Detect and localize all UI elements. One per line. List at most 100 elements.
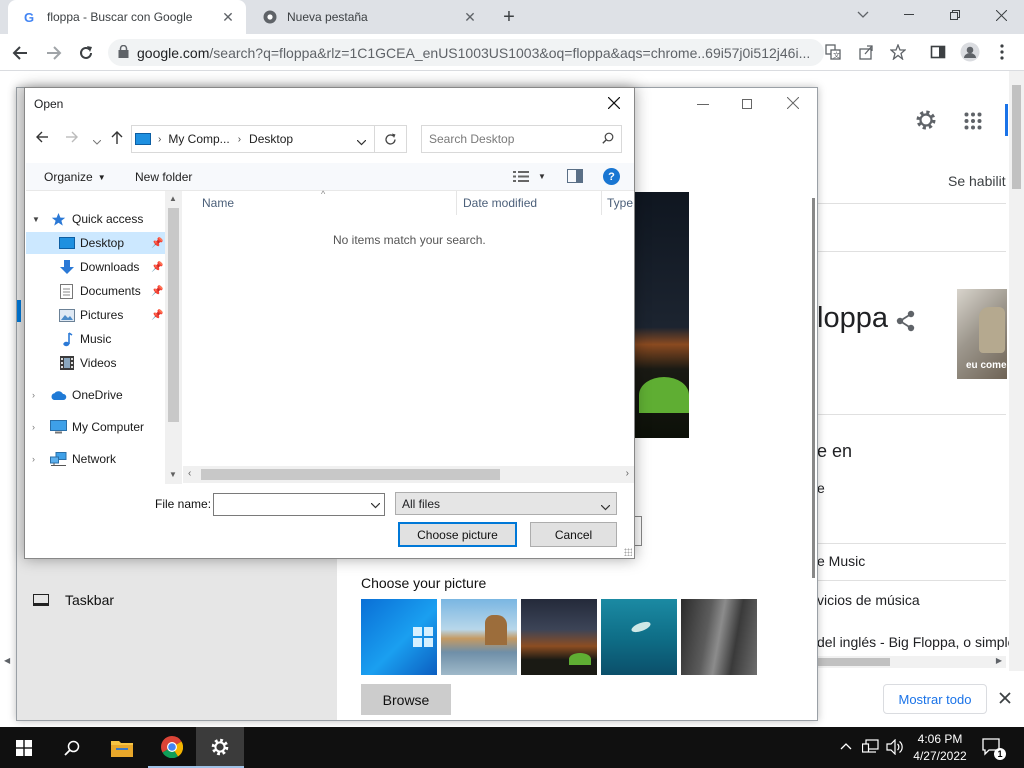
- new-tab-button[interactable]: +: [498, 6, 520, 28]
- minimize-icon[interactable]: [886, 0, 932, 30]
- preview-pane-icon[interactable]: [567, 169, 583, 186]
- settings-maximize-icon[interactable]: [742, 99, 752, 109]
- tab-new-tab[interactable]: Nueva pestaña ✕: [248, 0, 488, 34]
- file-list-horizontal-scrollbar[interactable]: ‹ ›: [183, 466, 634, 483]
- floppa-thumbnail[interactable]: eu come: [957, 289, 1007, 379]
- nav-quick-access[interactable]: ▼ Quick access: [32, 208, 143, 230]
- column-separator[interactable]: [456, 191, 457, 215]
- start-windows-icon[interactable]: [0, 727, 48, 768]
- view-options-icon[interactable]: ▼: [513, 170, 546, 183]
- settings-scrollbar[interactable]: [812, 198, 815, 578]
- volume-icon[interactable]: [886, 738, 904, 758]
- google-apps-icon[interactable]: [964, 112, 982, 130]
- reload-icon[interactable]: [72, 39, 100, 67]
- windows-wallpaper-thumb[interactable]: [361, 599, 437, 675]
- settings-fit-dropdown-edge[interactable]: [634, 516, 642, 546]
- browse-button[interactable]: Browse: [361, 684, 451, 715]
- file-type-dropdown-icon[interactable]: [600, 500, 611, 514]
- file-explorer-icon[interactable]: [98, 727, 146, 768]
- lock-icon[interactable]: [118, 44, 129, 61]
- file-type-select[interactable]: All files: [395, 492, 617, 515]
- organize-menu[interactable]: Organize ▼: [44, 170, 106, 184]
- nav-pictures[interactable]: Pictures 📌: [58, 304, 166, 326]
- back-arrow-icon[interactable]: [6, 39, 34, 67]
- column-header-name[interactable]: Name: [202, 196, 234, 210]
- settings-close-icon[interactable]: [786, 96, 801, 111]
- file-name-dropdown-icon[interactable]: [370, 498, 381, 512]
- file-name-combobox[interactable]: [213, 493, 385, 516]
- search-desktop-field[interactable]: [421, 125, 622, 153]
- dismiss-close-icon[interactable]: [999, 692, 1013, 706]
- scrollbar-thumb[interactable]: [201, 469, 500, 480]
- page-vertical-scrollbar[interactable]: [1009, 71, 1024, 671]
- tab-search-chevron-icon[interactable]: [840, 0, 886, 30]
- nav-network[interactable]: › Network: [32, 448, 116, 470]
- breadcrumb-my-computer[interactable]: My Comp...: [168, 132, 229, 146]
- nav-music[interactable]: Music: [58, 328, 166, 350]
- new-folder-button[interactable]: New folder: [135, 170, 192, 184]
- rock-cliff-thumb[interactable]: [681, 599, 757, 675]
- show-hidden-icons-chevron-icon[interactable]: [840, 739, 852, 753]
- search-icon[interactable]: [602, 132, 614, 147]
- music-link[interactable]: e Music: [817, 553, 865, 569]
- network-tray-icon[interactable]: [861, 739, 880, 758]
- profile-avatar-icon[interactable]: [960, 42, 980, 62]
- address-bar[interactable]: google.com/search?q=floppa&rlz=1C1GCEA_e…: [108, 39, 824, 66]
- scroll-left-arrow-icon[interactable]: ◀: [4, 656, 10, 665]
- scroll-up-arrow-icon[interactable]: ▲: [169, 194, 177, 203]
- restore-icon[interactable]: [932, 0, 978, 30]
- translate-icon[interactable]: 文: [823, 42, 843, 62]
- dialog-back-icon[interactable]: [35, 130, 53, 148]
- settings-minimize-icon[interactable]: [697, 104, 709, 105]
- beach-rocks-thumb[interactable]: [441, 599, 517, 675]
- nav-videos[interactable]: Videos: [58, 352, 166, 374]
- nav-documents[interactable]: Documents 📌: [58, 280, 166, 302]
- nav-onedrive[interactable]: › OneDrive: [32, 384, 123, 406]
- scroll-right-arrow-icon[interactable]: ›: [626, 468, 629, 479]
- scroll-left-arrow-icon[interactable]: ‹: [188, 468, 191, 479]
- show-all-button[interactable]: Mostrar todo: [883, 684, 987, 714]
- clock[interactable]: 4:06 PM 4/27/2022: [906, 731, 974, 765]
- scrollbar-thumb[interactable]: [818, 658, 890, 666]
- nav-my-computer[interactable]: › My Computer: [32, 416, 144, 438]
- recent-locations-chevron-icon[interactable]: [92, 134, 103, 145]
- dialog-address-bar[interactable]: › My Comp... › Desktop: [131, 125, 375, 153]
- search-input[interactable]: [429, 132, 602, 146]
- settings-gear-icon[interactable]: [914, 108, 940, 134]
- action-center-icon[interactable]: 1: [982, 738, 1006, 760]
- bookmark-star-icon[interactable]: [888, 42, 908, 62]
- resize-grip-icon[interactable]: [624, 548, 632, 556]
- night-tent-thumb[interactable]: [521, 599, 597, 675]
- dialog-close-icon[interactable]: [600, 92, 628, 114]
- breadcrumb-desktop[interactable]: Desktop: [249, 132, 293, 146]
- chrome-taskbar-icon[interactable]: [148, 727, 196, 768]
- close-window-icon[interactable]: [978, 0, 1024, 30]
- share-result-icon[interactable]: [895, 310, 917, 332]
- expanded-chevron-icon[interactable]: ▼: [32, 215, 42, 224]
- scrollbar-thumb[interactable]: [168, 208, 179, 422]
- close-tab-icon[interactable]: ✕: [462, 9, 478, 25]
- nav-pane-scrollbar[interactable]: ▲ ▼: [165, 191, 182, 484]
- share-icon[interactable]: [856, 42, 876, 62]
- column-header-date-modified[interactable]: Date modified: [463, 196, 537, 210]
- file-name-input[interactable]: [216, 496, 366, 513]
- chrome-menu-icon[interactable]: [992, 42, 1012, 62]
- close-tab-icon[interactable]: ✕: [220, 9, 236, 25]
- collapsed-chevron-icon[interactable]: ›: [32, 390, 42, 400]
- sign-in-button-edge[interactable]: [1005, 104, 1008, 136]
- scroll-right-arrow-icon[interactable]: ▶: [996, 656, 1002, 665]
- dialog-forward-icon[interactable]: [65, 130, 83, 148]
- help-icon[interactable]: ?: [603, 168, 620, 185]
- scrollbar-thumb[interactable]: [1012, 85, 1021, 189]
- address-dropdown-icon[interactable]: [356, 135, 367, 149]
- nav-desktop[interactable]: Desktop 📌: [26, 232, 166, 254]
- taskbar-search-icon[interactable]: [48, 727, 96, 768]
- underwater-thumb[interactable]: [601, 599, 677, 675]
- collapsed-chevron-icon[interactable]: ›: [32, 454, 42, 464]
- horizontal-scrollbar[interactable]: ▶: [818, 656, 1006, 668]
- column-header-type[interactable]: Type: [607, 196, 633, 210]
- collapsed-chevron-icon[interactable]: ›: [32, 422, 42, 432]
- settings-taskbar-icon[interactable]: [196, 727, 244, 768]
- side-panel-icon[interactable]: [928, 42, 948, 62]
- cancel-button[interactable]: Cancel: [530, 522, 617, 547]
